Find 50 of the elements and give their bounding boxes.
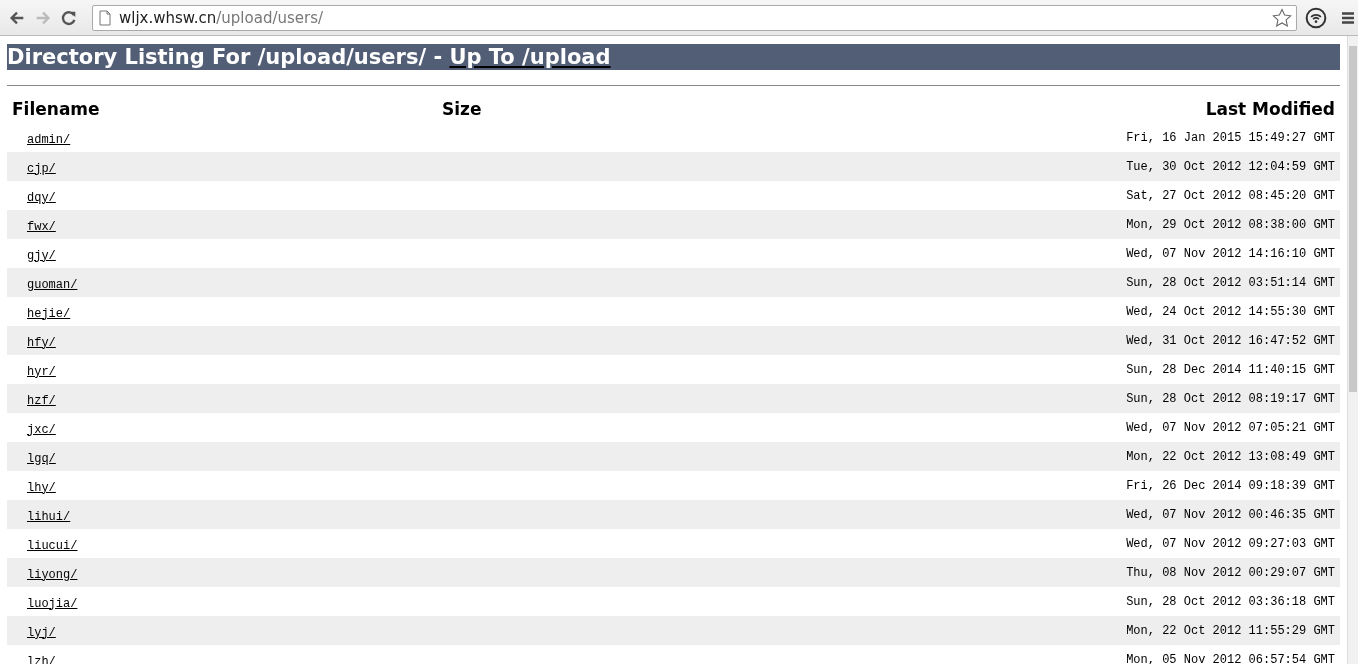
file-link[interactable]: guoman/ [12, 277, 78, 292]
modified-date: Sun, 28 Oct 2012 08:19:17 GMT [1126, 391, 1335, 406]
file-link[interactable]: dqy/ [12, 190, 56, 205]
star-icon[interactable] [1272, 7, 1292, 28]
file-link[interactable]: fwx/ [12, 219, 56, 234]
modified-date: Tue, 30 Oct 2012 12:04:59 GMT [1126, 159, 1335, 174]
modified-date: Sun, 28 Dec 2014 11:40:15 GMT [1126, 362, 1335, 377]
modified-date: Mon, 22 Oct 2012 11:55:29 GMT [1126, 623, 1335, 638]
file-link[interactable]: lzh/ [12, 654, 56, 664]
file-link[interactable]: liyong/ [12, 567, 78, 582]
column-header: Size [442, 99, 482, 119]
modified-date: Wed, 07 Nov 2012 07:05:21 GMT [1126, 420, 1335, 435]
modified-date: Sun, 28 Oct 2012 03:36:18 GMT [1126, 594, 1335, 609]
file-link[interactable]: hyr/ [12, 364, 56, 379]
file-link[interactable]: liucui/ [12, 538, 78, 553]
file-link[interactable]: lhy/ [12, 480, 56, 495]
file-link[interactable]: admin/ [12, 132, 71, 147]
file-link[interactable]: lihui/ [12, 509, 71, 524]
modified-date: Wed, 07 Nov 2012 00:46:35 GMT [1126, 507, 1335, 522]
column-header: Filename [12, 99, 100, 119]
modified-date: Wed, 07 Nov 2012 14:16:10 GMT [1126, 246, 1335, 261]
wifi-icon[interactable] [1305, 6, 1327, 29]
address-bar[interactable]: wljx.whsw.cn/upload/users/ [92, 4, 1297, 31]
column-header: Last Modified [1205, 99, 1335, 119]
modified-date: Wed, 31 Oct 2012 16:47:52 GMT [1126, 333, 1335, 348]
file-link[interactable]: cjp/ [12, 161, 56, 176]
modified-date: Wed, 07 Nov 2012 09:27:03 GMT [1126, 536, 1335, 551]
modified-date: Fri, 26 Dec 2014 09:18:39 GMT [1126, 478, 1335, 493]
page-heading: Directory Listing For /upload/users/ - Up To /upload [7, 44, 1340, 70]
modified-date: Sun, 28 Oct 2012 03:51:14 GMT [1126, 275, 1335, 290]
up-link[interactable]: Up To /upload [449, 45, 611, 69]
file-link[interactable]: lgq/ [12, 451, 56, 466]
modified-date: Wed, 24 Oct 2012 14:55:30 GMT [1126, 304, 1335, 319]
file-link[interactable]: jxc/ [12, 422, 56, 437]
file-link[interactable]: hejie/ [12, 306, 71, 321]
file-link[interactable]: lyj/ [12, 625, 56, 640]
file-link[interactable]: hfy/ [12, 335, 56, 350]
menu-icon[interactable] [1341, 10, 1355, 25]
file-link[interactable]: gjy/ [12, 248, 56, 263]
page-icon [99, 9, 111, 26]
modified-date: Mon, 29 Oct 2012 08:38:00 GMT [1126, 217, 1335, 232]
modified-date: Thu, 08 Nov 2012 00:29:07 GMT [1126, 565, 1335, 580]
modified-date: Fri, 16 Jan 2015 15:49:27 GMT [1126, 130, 1335, 145]
file-link[interactable]: luojia/ [12, 596, 78, 611]
modified-date: Mon, 05 Nov 2012 06:57:54 GMT [1126, 652, 1335, 664]
file-link[interactable]: hzf/ [12, 393, 56, 408]
modified-date: Mon, 22 Oct 2012 13:08:49 GMT [1126, 449, 1335, 464]
reload-icon[interactable] [60, 8, 78, 27]
modified-date: Sat, 27 Oct 2012 08:45:20 GMT [1126, 188, 1335, 203]
scrollbar-thumb[interactable] [1349, 46, 1357, 392]
